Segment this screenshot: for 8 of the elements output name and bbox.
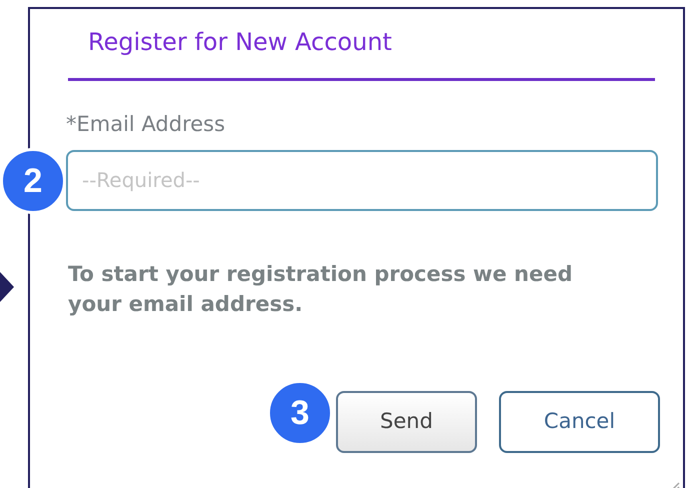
field-label: *Email Address	[66, 111, 226, 138]
pointer-icon	[0, 272, 14, 302]
email-input-field[interactable]: --Required--	[66, 150, 658, 211]
cancel-button[interactable]: Cancel	[499, 390, 660, 453]
dialog-title: Register for New Account	[88, 27, 393, 58]
step-number-badge: 2	[0, 148, 66, 214]
send-button[interactable]: Send	[336, 390, 477, 453]
instruction-text: To start your registration process we need your email address.	[68, 260, 574, 318]
